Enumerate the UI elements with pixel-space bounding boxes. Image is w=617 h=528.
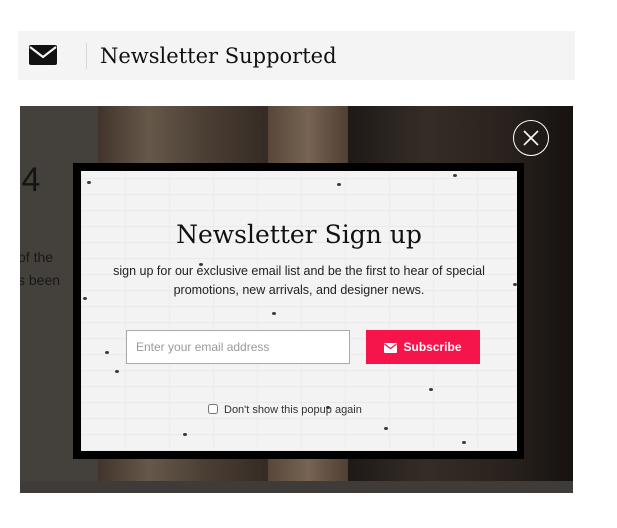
subscribe-label: Subscribe xyxy=(403,340,462,354)
wall-speck xyxy=(384,427,388,430)
popup-description: sign up for our exclusive email list and… xyxy=(113,264,485,297)
email-input[interactable] xyxy=(126,330,350,364)
wall-speck xyxy=(513,283,517,286)
dont-show-option[interactable]: Don't show this popup again xyxy=(208,404,362,416)
wall-speck xyxy=(83,297,87,300)
popup-title: Newsletter Sign up xyxy=(176,220,422,249)
wall-speck xyxy=(429,388,433,391)
dont-show-label: Don't show this popup again xyxy=(224,404,362,416)
popup-content: Newsletter Sign up sign up for our exclu… xyxy=(81,171,517,451)
wall-speck xyxy=(337,183,341,186)
wall-speck xyxy=(115,370,119,373)
wall-speck xyxy=(453,174,457,177)
wall-speck xyxy=(183,433,187,436)
newsletter-popup: Newsletter Sign up sign up for our exclu… xyxy=(73,163,524,459)
header-divider xyxy=(86,43,87,69)
close-icon xyxy=(523,130,539,146)
wall-speck xyxy=(462,441,466,444)
envelope-icon xyxy=(29,45,57,65)
popup-preview: .4 of the s been Newsletter Sign up sign… xyxy=(20,106,573,493)
header-bar: Newsletter Supported xyxy=(18,31,575,80)
envelope-icon xyxy=(384,343,398,353)
close-button[interactable] xyxy=(513,120,549,156)
wall-speck xyxy=(87,181,91,184)
dont-show-checkbox[interactable] xyxy=(208,404,218,414)
header-title: Newsletter Supported xyxy=(100,44,337,68)
wall-speck xyxy=(105,351,109,354)
wall-speck xyxy=(272,312,276,315)
subscribe-button[interactable]: Subscribe xyxy=(366,330,480,364)
